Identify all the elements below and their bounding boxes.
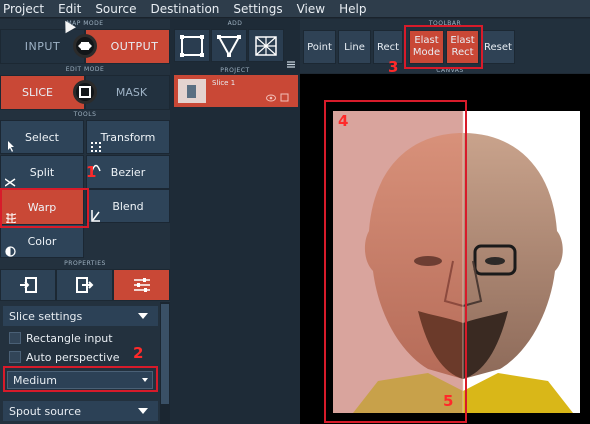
callout-box-1 (0, 188, 89, 228)
menu-view[interactable]: View (290, 0, 332, 18)
eye-icon[interactable] (266, 94, 276, 102)
menu-help[interactable]: Help (332, 0, 373, 18)
map-mode-label: MAP MODE (66, 20, 104, 27)
edit-mode-label: EDIT MODE (65, 66, 105, 73)
export-icon (75, 277, 93, 293)
blend-tool-button[interactable]: Blend (86, 189, 170, 223)
auto-perspective-checkbox[interactable] (9, 351, 21, 363)
menu-source[interactable]: Source (88, 0, 143, 18)
blend-icon (91, 210, 100, 222)
callout-box-4 (324, 100, 467, 423)
arrow-cursor-icon (8, 141, 14, 152)
edit-mode-toggle-icon (79, 86, 91, 98)
input-properties-tab[interactable] (0, 269, 56, 301)
reset-button-label: Reset (484, 41, 512, 53)
mask-mode-label: MASK (115, 86, 148, 99)
add-grid-button[interactable] (248, 29, 284, 62)
point-button[interactable]: Point (303, 30, 336, 64)
scissors-icon (5, 178, 16, 187)
callout-number-3: 3 (388, 58, 399, 76)
project-label: PROJECT (220, 67, 250, 74)
quad-shape-icon (180, 34, 204, 57)
output-mode-label: OUTPUT (110, 40, 159, 53)
menu-destination[interactable]: Destination (144, 0, 227, 18)
select-tool-button[interactable]: Select (0, 120, 84, 154)
menu-bar: Project Edit Source Destination Settings… (0, 0, 590, 18)
add-menu-icon[interactable] (287, 53, 295, 68)
slice-mode-label: SLICE (22, 86, 53, 99)
menu-edit[interactable]: Edit (51, 0, 88, 18)
menu-project[interactable]: Project (0, 0, 51, 18)
spout-source-label: Spout source (9, 405, 82, 418)
input-mode-label: INPUT (24, 40, 61, 53)
callout-box-3 (404, 25, 483, 69)
transform-grid-icon (91, 142, 101, 152)
line-button-label: Line (344, 41, 365, 53)
chevron-down-icon (138, 313, 148, 319)
select-tool-label: Select (25, 130, 59, 144)
slice-properties-tab[interactable] (113, 269, 170, 301)
chevron-down-icon (138, 408, 148, 414)
edit-mode-toggle[interactable] (73, 80, 97, 104)
rectangle-input-label: Rectangle input (26, 332, 113, 345)
color-circle-icon (5, 246, 16, 257)
transform-tool-label: Transform (100, 130, 156, 144)
spout-source-header[interactable]: Spout source (3, 401, 158, 421)
color-tool-label: Color (27, 234, 57, 248)
grid-shape-icon (255, 35, 277, 56)
menu-settings[interactable]: Settings (226, 0, 289, 18)
callout-number-2: 2 (133, 344, 144, 362)
properties-scrollbar[interactable] (160, 302, 170, 424)
callout-number-1: 1 (86, 163, 97, 181)
auto-perspective-label: Auto perspective (26, 351, 120, 364)
line-button[interactable]: Line (338, 30, 371, 64)
bezier-tool-label: Bezier (110, 165, 146, 179)
sliders-icon (133, 278, 150, 292)
add-quad-button[interactable] (174, 29, 210, 62)
triangle-shape-icon (217, 34, 241, 57)
slice-settings-label: Slice settings (9, 310, 83, 323)
mask-mode-button[interactable]: MASK (85, 75, 170, 110)
slice-thumbnail (178, 79, 206, 103)
slice-settings-header[interactable]: Slice settings (3, 306, 158, 326)
output-mode-button[interactable]: OUTPUT (85, 29, 170, 64)
point-button-label: Point (307, 41, 332, 53)
bezier-tool-button[interactable]: Bezier (86, 155, 170, 189)
callout-box-2 (3, 366, 158, 392)
add-triangle-button[interactable] (211, 29, 247, 62)
add-label: ADD (227, 20, 243, 27)
reset-button[interactable]: Reset (481, 30, 515, 64)
split-tool-label: Split (29, 165, 55, 179)
output-properties-tab[interactable] (56, 269, 113, 301)
map-mode-toggle[interactable] (73, 34, 97, 58)
tools-label: TOOLS (73, 111, 97, 118)
map-mode-toggle-icon (78, 42, 92, 50)
blend-tool-label: Blend (112, 199, 144, 213)
slice-list-item[interactable]: Slice 1 (174, 75, 298, 107)
color-tool-button[interactable]: Color (0, 224, 84, 258)
callout-number-5: 5 (443, 392, 454, 410)
callout-number-4: 4 (338, 112, 349, 130)
import-icon (20, 277, 37, 293)
lock-icon[interactable] (280, 93, 289, 102)
split-tool-button[interactable]: Split (0, 155, 84, 189)
rect-button-label: Rect (376, 41, 400, 53)
transform-tool-button[interactable]: Transform (86, 120, 170, 154)
slice-name: Slice 1 (212, 79, 236, 87)
properties-label: PROPERTIES (64, 260, 106, 267)
rectangle-input-checkbox[interactable] (9, 332, 21, 344)
